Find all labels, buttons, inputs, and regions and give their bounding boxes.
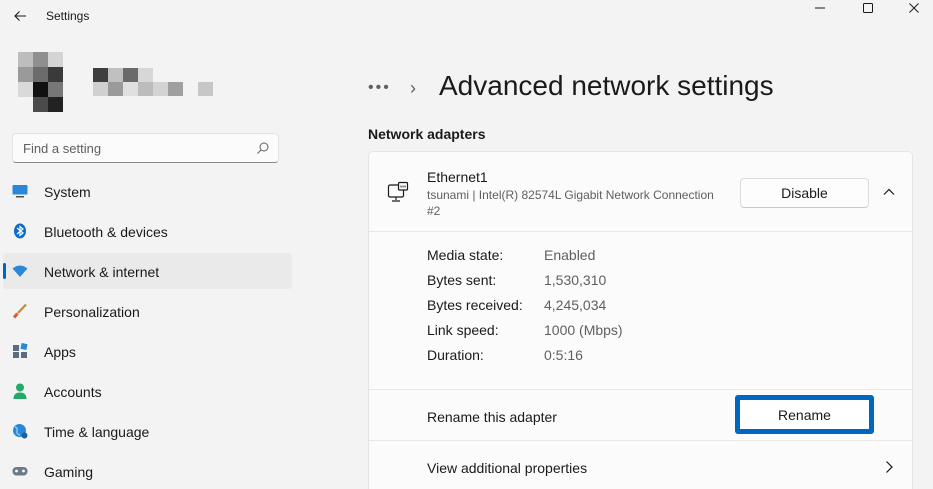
sidebar-item-apps[interactable]: Apps xyxy=(3,333,292,369)
property-key: Duration: xyxy=(427,347,484,363)
breadcrumb: ••• › xyxy=(368,70,430,106)
adapter-name: Ethernet1 xyxy=(427,169,488,185)
collapse-button[interactable] xyxy=(877,180,901,204)
brush-icon xyxy=(12,303,28,319)
property-value: 4,245,034 xyxy=(544,297,607,313)
sidebar-item-system[interactable]: System xyxy=(3,173,292,209)
sidebar-item-label: Bluetooth & devices xyxy=(44,224,168,240)
sidebar-item-label: Network & internet xyxy=(44,264,160,280)
avatar[interactable] xyxy=(18,52,64,112)
back-button[interactable] xyxy=(8,4,32,28)
wifi-icon xyxy=(12,263,28,279)
adapter-header[interactable]: Ethernet1 tsunami | Intel(R) 82574L Giga… xyxy=(369,152,912,232)
search-input[interactable] xyxy=(13,134,243,162)
sidebar-item-label: Personalization xyxy=(44,304,140,320)
property-value: 1000 (Mbps) xyxy=(544,322,623,338)
close-button[interactable] xyxy=(891,0,933,16)
chevron-up-icon xyxy=(883,188,895,195)
adapter-card: Ethernet1 tsunami | Intel(R) 82574L Giga… xyxy=(368,151,913,489)
disable-button[interactable]: Disable xyxy=(740,178,869,208)
chevron-right-icon: › xyxy=(410,77,416,98)
property-key: Bytes received: xyxy=(427,297,523,313)
ethernet-icon xyxy=(387,181,409,202)
view-properties-label: View additional properties xyxy=(427,460,588,476)
property-key: Bytes sent: xyxy=(427,272,497,288)
sidebar-item-label: System xyxy=(44,184,91,200)
rename-button[interactable]: Rename xyxy=(735,395,874,434)
sidebar-item-label: Accounts xyxy=(44,384,102,400)
accounts-icon xyxy=(12,383,28,399)
sidebar-item-accounts[interactable]: Accounts xyxy=(3,373,292,409)
sidebar-item-label: Time & language xyxy=(44,424,150,440)
sidebar-item-label: Gaming xyxy=(44,464,94,480)
sidebar-item-bluetooth[interactable]: Bluetooth & devices xyxy=(3,213,292,249)
title-bar: Settings xyxy=(0,0,933,32)
property-key: Media state: xyxy=(427,247,504,263)
section-title: Network adapters xyxy=(368,126,486,142)
search-icon[interactable] xyxy=(256,141,270,155)
rename-label: Rename this adapter xyxy=(427,409,557,425)
maximize-button[interactable] xyxy=(845,0,891,16)
sidebar-item-time-language[interactable]: Time & language xyxy=(3,413,292,449)
sidebar-item-network[interactable]: Network & internet xyxy=(3,253,292,289)
sidebar-item-gaming[interactable]: Gaming xyxy=(3,453,292,489)
property-value: 0:5:16 xyxy=(544,347,583,363)
minimize-button[interactable] xyxy=(797,0,843,16)
close-icon xyxy=(909,3,919,13)
property-value: Enabled xyxy=(544,247,596,263)
bluetooth-icon xyxy=(12,223,28,239)
profile-name xyxy=(93,68,213,98)
back-arrow-icon xyxy=(14,11,26,21)
sidebar-nav: System Bluetooth & devices Network & int… xyxy=(3,173,292,489)
app-title: Settings xyxy=(46,9,90,23)
system-icon xyxy=(12,183,28,199)
gaming-icon xyxy=(12,463,28,479)
apps-icon xyxy=(12,343,28,359)
sidebar-item-label: Apps xyxy=(44,344,76,360)
globe-icon xyxy=(12,423,28,439)
sidebar-item-personalization[interactable]: Personalization xyxy=(3,293,292,329)
active-indicator xyxy=(3,263,6,279)
maximize-icon xyxy=(863,3,873,13)
property-value: 1,530,310 xyxy=(544,272,607,288)
adapter-description: tsunami | Intel(R) 82574L Gigabit Networ… xyxy=(427,188,714,218)
chevron-right-icon xyxy=(886,461,893,473)
rename-row: Rename this adapter Rename xyxy=(369,389,912,439)
page-title: Advanced network settings xyxy=(439,70,774,101)
property-key: Link speed: xyxy=(427,322,499,338)
view-properties-row[interactable]: View additional properties xyxy=(369,440,912,489)
breadcrumb-more-button[interactable]: ••• xyxy=(368,79,398,97)
search-box[interactable] xyxy=(12,133,279,163)
minimize-icon xyxy=(815,7,825,9)
